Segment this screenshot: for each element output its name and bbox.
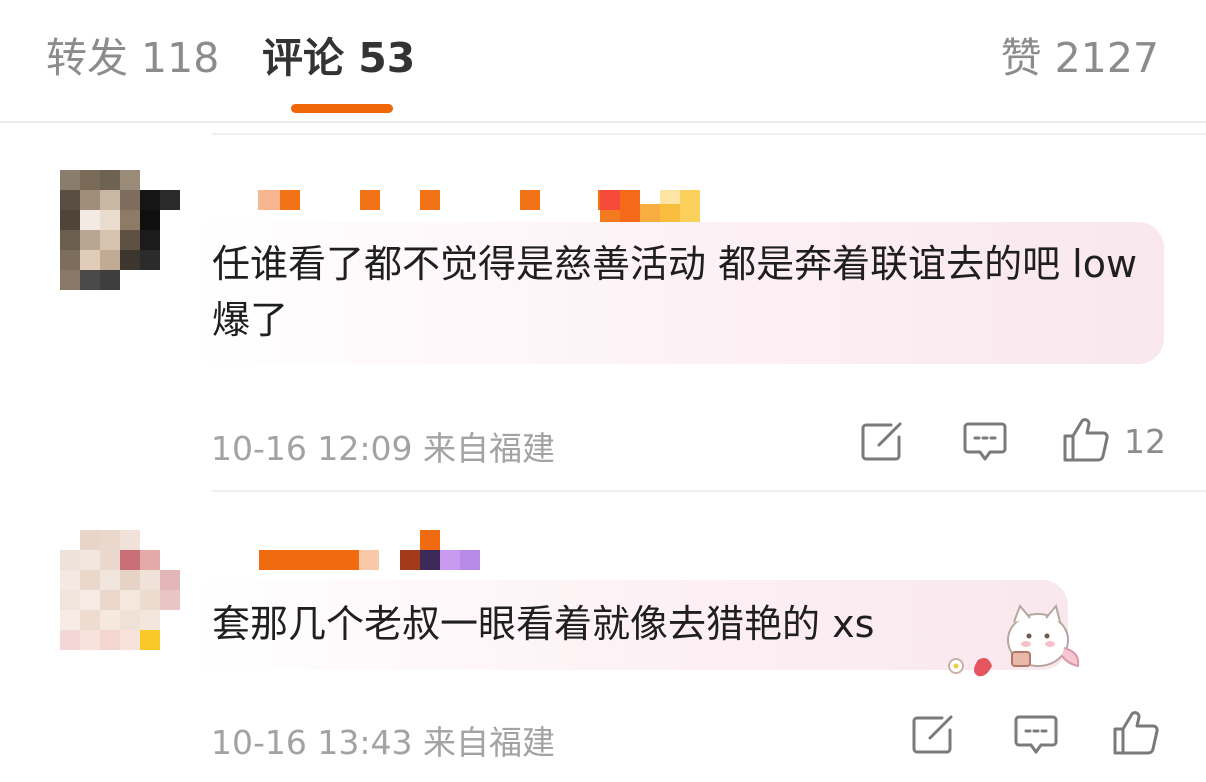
reply-button[interactable] [963, 421, 1007, 463]
tabbar-divider [0, 121, 1206, 123]
cat-sticker-icon [948, 603, 1080, 677]
comment-text: 任谁看了都不觉得是慈善活动 都是奔着联谊去的吧 low爆了 [212, 242, 1138, 342]
comment-divider [212, 490, 1206, 492]
active-tab-indicator [291, 104, 393, 113]
thumbs-up-icon [1063, 418, 1109, 462]
comment-time: 10-16 13:43 [211, 723, 413, 762]
comment-meta: 10-16 12:09 来自福建 [211, 422, 555, 470]
like-button[interactable] [1112, 710, 1160, 756]
username-censored-part [360, 190, 560, 210]
share-button[interactable] [861, 421, 903, 461]
list-top-divider [212, 133, 1206, 135]
tab-bar: 转发 118 评论 53 赞 2127 [0, 0, 1206, 123]
like-count: 12 [1124, 422, 1166, 461]
comment-time: 10-16 12:09 [211, 429, 413, 468]
comment-icon [1014, 715, 1058, 754]
avatar[interactable] [60, 170, 180, 290]
share-icon [912, 715, 953, 754]
reply-button[interactable] [1014, 714, 1058, 756]
tab-comments[interactable]: 评论 53 [262, 30, 415, 86]
share-button[interactable] [912, 714, 954, 754]
user-badge [600, 190, 700, 224]
comment-text: 套那几个老叔一眼看着就像去猎艳的 xs [212, 602, 875, 646]
comment-meta: 10-16 13:43 来自福建 [211, 716, 555, 764]
tab-likes[interactable]: 赞 2127 [1001, 30, 1159, 86]
share-icon [861, 422, 902, 461]
tab-reposts[interactable]: 转发 118 [46, 30, 219, 86]
comment-location: 来自福建 [422, 429, 555, 468]
comment-location: 来自福建 [422, 723, 555, 762]
thumbs-up-icon [1113, 711, 1159, 755]
like-button[interactable] [1062, 417, 1110, 463]
user-badge [400, 530, 510, 570]
avatar[interactable] [60, 530, 180, 650]
username-censored[interactable] [259, 550, 379, 570]
comment-icon [963, 422, 1007, 461]
